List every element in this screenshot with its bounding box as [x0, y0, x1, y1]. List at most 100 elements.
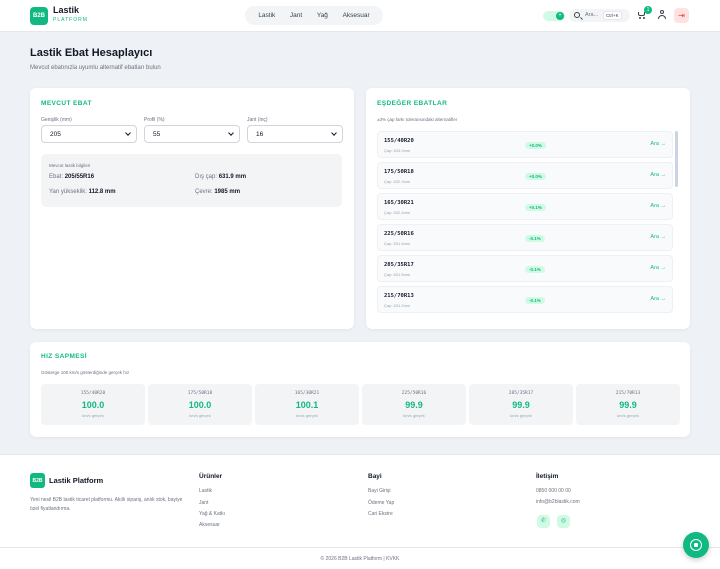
logout-button[interactable]: ⇥: [674, 8, 689, 23]
speed-unit: km/s gerçek: [510, 413, 532, 418]
list-item[interactable]: 215/70R13 Çap: 631.2mm -0.1% Ara →: [377, 286, 673, 313]
whatsapp-icon[interactable]: ✆: [537, 515, 550, 528]
contact-email[interactable]: info@b2blastik.com: [536, 499, 580, 505]
width-value: 205: [50, 131, 61, 138]
current-info-box: Mevcut lastik bilgileri Ebat: 205/55R16 …: [41, 154, 342, 207]
dealer-title: Bayi: [368, 473, 382, 480]
list-item[interactable]: 175/50R18 Çap: 632.3mm +0.0% Ara →: [377, 162, 673, 189]
rim-value: 16: [256, 131, 264, 138]
brand-subtitle: PLATFORM: [53, 17, 88, 23]
width-label: Genişlik (mm): [41, 117, 72, 123]
nav-item-aksesuar[interactable]: Aksesuar: [343, 12, 370, 19]
info-outer-diameter: Dış çap: 631.9 mm: [195, 174, 247, 180]
chevron-down-icon: [125, 130, 131, 136]
eq-size: 155/40R20: [384, 138, 414, 144]
footer-link-yag[interactable]: Yağ & Katkı: [199, 511, 225, 517]
main-nav: Lastik Jant Yağ Aksesuar: [245, 6, 383, 25]
footer: B2B Lastik Platform Yeni nesil B2B lasti…: [0, 454, 720, 569]
theme-toggle[interactable]: +: [543, 11, 565, 21]
user-icon[interactable]: [658, 10, 666, 20]
brand-name: Lastik: [53, 5, 80, 15]
footer-link-statement[interactable]: Cari Ekstre: [368, 511, 393, 517]
search-input[interactable]: Ara... Ctrl+K: [569, 9, 630, 22]
footer-brand: Lastik Platform: [49, 476, 104, 485]
search-link[interactable]: Ara →: [650, 265, 666, 271]
info-sidewall: Yan yükseklik: 112.8 mm: [49, 189, 116, 195]
nav-item-jant[interactable]: Jant: [290, 12, 302, 19]
diff-badge: -0.1%: [525, 235, 545, 242]
speed-value: 99.9: [512, 400, 530, 410]
contact-title: İletişim: [536, 473, 559, 480]
profile-label: Profil (%): [144, 117, 165, 123]
logo-icon[interactable]: B2B: [30, 7, 48, 25]
nav-item-yag[interactable]: Yağ: [317, 12, 328, 19]
speed-size: 215/70R13: [615, 391, 641, 396]
footer-description: Yeni nesil B2B lastik ticaret platformu.…: [30, 497, 183, 512]
speed-unit: km/s gerçek: [189, 413, 211, 418]
equivalent-sizes-title: EŞDEĞER EBATLAR: [377, 100, 448, 107]
current-size-title: MEVCUT EBAT: [41, 100, 92, 107]
profile-select[interactable]: 55: [144, 125, 240, 143]
speed-value: 100.0: [81, 400, 105, 410]
chevron-down-icon: [228, 130, 234, 136]
search-icon: [574, 12, 580, 18]
eq-diameter: Çap: 631.2mm: [384, 303, 411, 308]
footer-link-payment[interactable]: Ödeme Yap: [368, 500, 394, 506]
rim-select[interactable]: 16: [247, 125, 343, 143]
speed-deviation-subtitle: Gösterge 100 km/s gösterdiğinde gerçek h…: [41, 370, 130, 375]
search-link[interactable]: Ara →: [650, 141, 666, 147]
footer-link-aksesuar[interactable]: Aksesuar: [199, 522, 220, 528]
footer-link-lastik[interactable]: Lastik: [199, 488, 212, 494]
search-link[interactable]: Ara →: [650, 296, 666, 302]
speed-unit: km/s gerçek: [296, 413, 318, 418]
equivalent-sizes-list[interactable]: 155/40R20 Çap: 633.0mm +0.0% Ara → 175/5…: [377, 131, 676, 317]
eq-size: 165/30R21: [384, 200, 414, 206]
speed-deviation-title: HIZ SAPMESİ: [41, 353, 87, 360]
eq-size: 225/50R16: [384, 231, 414, 237]
diff-badge: +0.0%: [525, 142, 546, 149]
footer-divider: [0, 547, 720, 548]
instagram-icon[interactable]: ◎: [557, 515, 570, 528]
speed-item: 215/70R13 99.9 km/s gerçek: [576, 384, 680, 425]
eq-size: 285/35R17: [384, 262, 414, 268]
page-subtitle: Mevcut ebatınızla uyumlu alternatif ebat…: [30, 65, 161, 71]
speed-unit: km/s gerçek: [617, 413, 639, 418]
rim-label: Jant (inç): [247, 117, 268, 123]
search-placeholder: Ara...: [585, 12, 599, 18]
list-item[interactable]: 165/30R21 Çap: 632.4mm +0.1% Ara →: [377, 193, 673, 220]
info-title: Mevcut lastik bilgileri: [49, 163, 91, 168]
diff-badge: -0.1%: [525, 297, 545, 304]
info-circumference: Çevre: 1985 mm: [195, 189, 241, 195]
cart-count-badge: 1: [644, 6, 652, 14]
copyright: © 2026 B2B Lastik Platform | KVKK: [320, 556, 400, 562]
diff-badge: +0.0%: [525, 173, 546, 180]
footer-link-jant[interactable]: Jant: [199, 500, 208, 506]
search-link[interactable]: Ara →: [650, 203, 666, 209]
top-header: B2B Lastik PLATFORM Lastik Jant Yağ Akse…: [0, 0, 720, 32]
search-link[interactable]: Ara →: [650, 234, 666, 240]
eq-diameter: Çap: 631.4mm: [384, 241, 411, 246]
list-item[interactable]: 155/40R20 Çap: 633.0mm +0.0% Ara →: [377, 131, 673, 158]
list-scrollbar[interactable]: [675, 131, 678, 187]
list-item[interactable]: 285/35R17 Çap: 631.5mm -0.1% Ara →: [377, 255, 673, 282]
speed-item: 285/35R17 99.9 km/s gerçek: [469, 384, 573, 425]
speed-item: 175/50R18 100.0 km/s gerçek: [148, 384, 252, 425]
search-link[interactable]: Ara →: [650, 172, 666, 178]
whatsapp-fab-button[interactable]: [683, 532, 709, 558]
diff-badge: +0.1%: [525, 204, 546, 211]
width-select[interactable]: 205: [41, 125, 137, 143]
contact-phone[interactable]: 0850 000 00 00: [536, 488, 571, 494]
page-title: Lastik Ebat Hesaplayıcı: [30, 47, 153, 59]
speed-unit: km/s gerçek: [403, 413, 425, 418]
nav-item-lastik[interactable]: Lastik: [258, 12, 275, 19]
shortcut-hint: Ctrl+K: [603, 11, 622, 20]
list-item[interactable]: 225/50R16 Çap: 631.4mm -0.1% Ara →: [377, 224, 673, 251]
speed-size: 175/50R18: [187, 391, 213, 396]
footer-link-dealer-login[interactable]: Bayi Girişi: [368, 488, 391, 494]
toggle-plus-icon: +: [556, 12, 564, 20]
chevron-down-icon: [331, 130, 337, 136]
eq-diameter: Çap: 631.5mm: [384, 272, 411, 277]
speed-value: 99.9: [619, 400, 637, 410]
speed-item: 155/40R20 100.0 km/s gerçek: [41, 384, 145, 425]
info-size: Ebat: 205/55R16: [49, 174, 95, 180]
